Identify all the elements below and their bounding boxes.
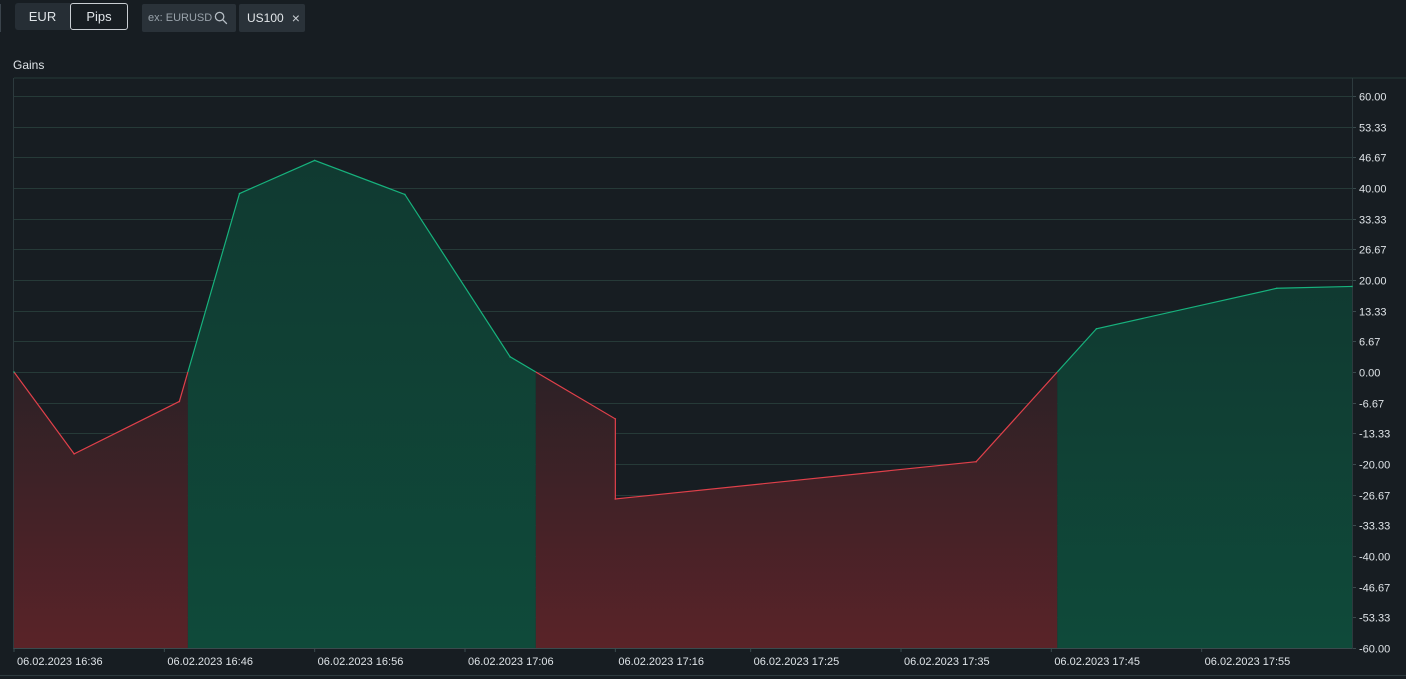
x-tick-label: 06.02.2023 17:16 [618,656,704,668]
y-tick-label: 0.00 [1359,368,1380,380]
gain-area [187,160,536,648]
data-point [73,453,75,455]
y-tick-label: -53.33 [1359,613,1390,625]
y-tick-label: -60.00 [1359,644,1390,656]
x-tick-label: 06.02.2023 17:35 [904,656,990,668]
data-point [975,460,977,463]
x-tick-label: 06.02.2023 16:46 [167,656,253,668]
x-tick-label: 06.02.2023 17:45 [1054,656,1140,668]
y-tick-label: -40.00 [1359,552,1390,564]
y-tick-label: -46.67 [1359,583,1390,595]
data-point [404,193,406,196]
y-tick-label: 26.67 [1359,245,1387,257]
gains-chart: 60.00 53.33 46.67 40.00 33.33 26.67 20.00 13.33… [0,77,1406,676]
data-point [614,418,617,420]
y-tick-label: -33.33 [1359,521,1390,533]
y-tick-label: -6.67 [1359,399,1384,411]
loss-area [14,372,188,648]
y-tick-label: 20.00 [1359,276,1387,288]
data-point [178,400,181,403]
data-point [1276,287,1278,290]
y-tick-label: 6.67 [1359,337,1380,349]
y-tick-label: 33.33 [1359,215,1387,227]
gain-area [1057,286,1352,648]
data-point [238,192,241,195]
data-point [1351,285,1353,288]
x-tick-label: 06.02.2023 16:36 [17,656,103,668]
data-point [614,498,617,500]
x-tick-label: 06.02.2023 16:56 [318,656,404,668]
y-tick-label: -13.33 [1359,429,1390,441]
y-tick-label: -26.67 [1359,491,1390,503]
y-tick-label: 40.00 [1359,184,1387,196]
loss-area [535,372,1058,648]
data-point [13,371,15,373]
x-tick-label: 06.02.2023 17:55 [1205,656,1291,668]
y-tick-label: 60.00 [1359,92,1387,104]
y-tick-label: -20.00 [1359,460,1390,472]
data-point [313,159,316,162]
y-tick-label: 46.67 [1359,153,1387,165]
y-tick-label: 53.33 [1359,123,1387,135]
data-point [1095,327,1098,330]
data-point [509,356,511,358]
y-tick-label: 13.33 [1359,307,1387,319]
x-tick-label: 06.02.2023 17:06 [468,656,554,668]
x-tick-label: 06.02.2023 17:25 [754,656,840,668]
